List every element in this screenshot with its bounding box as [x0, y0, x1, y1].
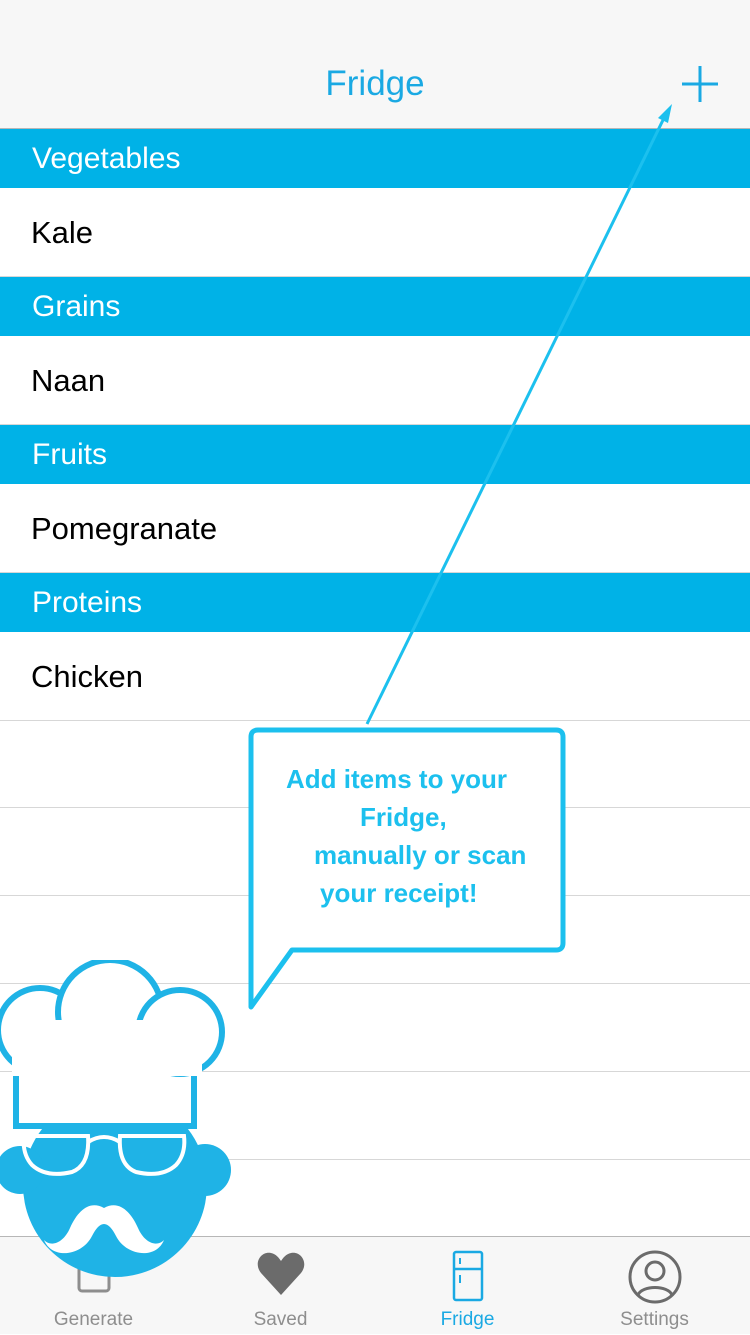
navigation-bar: Fridge [0, 0, 750, 129]
tab-label: Fridge [440, 1309, 495, 1330]
fridge-list: Vegetables Kale Grains Naan Fruits Pomeg… [0, 129, 750, 721]
tab-label: Settings [620, 1309, 689, 1330]
fridge-icon [452, 1250, 483, 1302]
tooltip-text: Add items to your Fridge, manually or sc… [258, 760, 558, 912]
list-item[interactable]: Kale [0, 188, 750, 277]
section-header-fruits: Fruits [0, 425, 750, 484]
list-item[interactable]: Chicken [0, 632, 750, 721]
tooltip-line: Add items to your [286, 764, 508, 794]
tab-fridge[interactable]: Fridge [374, 1237, 561, 1335]
page-title: Fridge [325, 64, 425, 103]
tooltip-line: your receipt! [320, 878, 478, 908]
user-icon [628, 1250, 681, 1304]
section-header-proteins: Proteins [0, 573, 750, 632]
tab-label: Generate [53, 1309, 134, 1330]
chef-mascot [0, 960, 231, 1277]
tooltip-line: manually or scan [314, 840, 527, 870]
section-header-vegetables: Vegetables [0, 129, 750, 188]
section-header-grains: Grains [0, 277, 750, 336]
list-item[interactable]: Naan [0, 336, 750, 425]
tab-settings[interactable]: Settings [561, 1237, 748, 1335]
heart-icon [257, 1252, 304, 1295]
tab-label: Saved [253, 1309, 308, 1330]
tooltip-line: Fridge, [360, 802, 447, 832]
plus-icon[interactable] [676, 60, 724, 108]
list-item[interactable]: Pomegranate [0, 484, 750, 573]
